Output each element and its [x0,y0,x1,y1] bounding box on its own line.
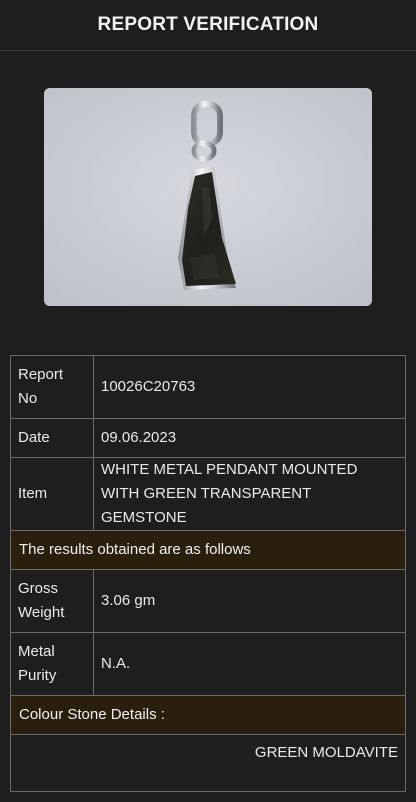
results-heading-row: The results obtained are as follows [10,530,406,570]
metal-purity-label: Metal Purity [10,632,94,696]
item-label: Item [10,457,94,531]
gross-weight-label: Gross Weight [10,569,94,633]
report-table: Report No 10026C20763 Date 09.06.2023 It… [10,355,406,792]
gross-weight-value: 3.06 gm [93,569,406,633]
results-heading: The results obtained are as follows [10,530,406,570]
pendant-image [44,88,372,306]
product-photo [44,88,372,306]
date-value: 09.06.2023 [93,418,406,458]
item-row: Item WHITE METAL PENDANT MOUNTED WITH GR… [10,457,406,531]
metal-purity-row: Metal Purity N.A. [10,632,406,696]
colour-stone-heading-row: Colour Stone Details : [10,695,406,735]
page-header: REPORT VERIFICATION [0,0,416,51]
date-row: Date 09.06.2023 [10,418,406,458]
report-no-label: Report No [10,355,94,419]
colour-stone-row: GREEN MOLDAVITE [10,734,406,792]
gross-weight-row: Gross Weight 3.06 gm [10,569,406,633]
page-title: REPORT VERIFICATION [97,14,319,35]
item-value: WHITE METAL PENDANT MOUNTED WITH GREEN T… [93,457,406,531]
date-label: Date [10,418,94,458]
report-no-row: Report No 10026C20763 [10,355,406,419]
colour-stone-value: GREEN MOLDAVITE [10,734,406,792]
colour-stone-heading: Colour Stone Details : [10,695,406,735]
metal-purity-value: N.A. [93,632,406,696]
report-no-value: 10026C20763 [93,355,406,419]
